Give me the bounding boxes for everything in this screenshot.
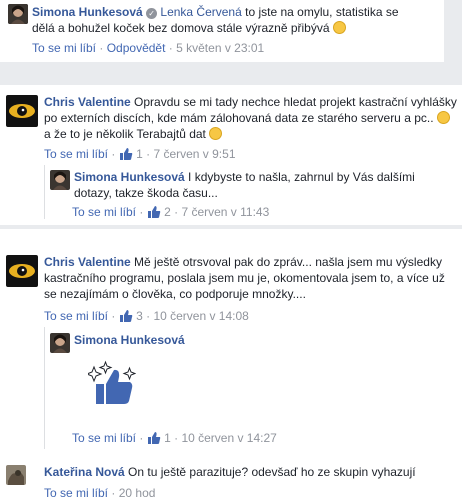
comment-card-3: Chris Valentine Mě ještě otrsvoval pak d… [0,229,462,500]
verified-icon: ✓ [146,8,158,19]
comment-author[interactable]: Simona Hunkesová [74,333,185,347]
avatar[interactable] [8,4,28,24]
smile-emoji-icon [209,127,223,140]
comment-text-line1: Mě ještě otrsvoval pak do zpráv... našla… [134,255,442,269]
comment-actions: To se mi líbí · 1 · 7 červen v 9:51 [44,147,236,161]
like-button[interactable]: To se mi líbí [44,147,108,161]
reply-button[interactable]: Odpovědět [107,41,166,55]
comment-actions: To se mi líbí · 3 · 10 červen v 14:08 [44,309,249,323]
comment-author[interactable]: Chris Valentine [44,95,131,109]
reply-thread-line [44,327,45,449]
reply-body: Simona Hunkesová I kdybyste to našla, za… [74,169,454,201]
comment-actions: To se mi líbí · 20 hod [44,486,156,500]
comment-text-line2: kastračního programu, poslala jsem mu je… [44,271,445,285]
timestamp[interactable]: 7 červen v 9:51 [153,147,235,161]
comment-text-line2: dělá a bohužel koček bez domova stále vý… [32,21,330,35]
comment-body: Kateřina Nová On tu ještě parazituje? od… [44,464,460,480]
comment-text-line3: se nezajímám o člověka, co podporuje mno… [44,287,306,301]
thumbs-up-icon [119,310,132,322]
sad-emoji-icon [332,21,346,34]
avatar[interactable] [6,255,38,287]
avatar[interactable] [6,95,38,127]
like-count[interactable]: 1 [136,147,143,161]
timestamp[interactable]: 20 hod [119,486,156,500]
like-button[interactable]: To se mi líbí [44,309,108,323]
reply-actions: To se mi líbí · 2 · 7 červen v 11:43 [72,205,270,219]
comment-text-line3: a že to je několik Terabajtů dat [44,127,206,141]
timestamp[interactable]: 10 červen v 14:08 [153,309,248,323]
comment-card-2: Chris Valentine Opravdu se mi tady nechc… [0,85,462,225]
reply-body: Simona Hunkesová [74,332,185,348]
thumbs-up-icon [119,148,132,160]
avatar[interactable] [50,333,70,353]
comment-body: Chris Valentine Opravdu se mi tady nechc… [44,94,460,142]
avatar[interactable] [6,465,26,485]
like-button[interactable]: To se mi líbí [44,486,108,500]
comment-body: Chris Valentine Mě ještě otrsvoval pak d… [44,254,460,302]
comment-text-line1: Opravdu se mi tady nechce hledat projekt… [134,95,457,109]
like-button[interactable]: To se mi líbí [32,41,96,55]
thumbs-up-icon [147,432,160,444]
comment-author[interactable]: Simona Hunkesová [32,5,143,19]
timestamp[interactable]: 10 červen v 14:27 [181,431,276,445]
like-count[interactable]: 2 [164,205,171,219]
comment-text: On tu ještě parazituje? odevšaď ho ze sk… [128,465,416,479]
like-button[interactable]: To se mi líbí [72,205,136,219]
comment-author[interactable]: Chris Valentine [44,255,131,269]
like-button[interactable]: To se mi líbí [72,431,136,445]
smile-emoji-icon [436,111,450,124]
comment-body: Simona Hunkesová ✓ Lenka Červená to jste… [32,4,442,36]
timestamp[interactable]: 5 květen v 23:01 [176,41,264,55]
reply-text-line1: I kdybyste to našla, zahrnul by Vás dalš… [188,170,415,184]
thumbs-up-sticker[interactable] [85,360,137,408]
reply-actions: To se mi líbí · 1 · 10 červen v 14:27 [72,431,277,445]
reply-text-line2: dotazy, takze škoda času... [74,186,218,200]
comment-text-line1: to jste na omylu, statistika se [245,5,399,19]
comment-author[interactable]: Kateřina Nová [44,465,125,479]
like-count[interactable]: 3 [136,309,143,323]
comment-card-1: Simona Hunkesová ✓ Lenka Červená to jste… [0,0,444,62]
thumbs-up-icon [147,206,160,218]
mention-link[interactable]: Lenka Červená [160,5,241,19]
comment-actions: To se mi líbí · Odpovědět · 5 květen v 2… [32,41,265,55]
timestamp[interactable]: 7 červen v 11:43 [181,205,269,219]
like-count[interactable]: 1 [164,431,171,445]
comment-text-line2: po externích discích, kde mám zálohovaná… [44,111,434,125]
avatar[interactable] [50,170,70,190]
reply-thread-line [44,165,45,219]
comment-author[interactable]: Simona Hunkesová [74,170,185,184]
